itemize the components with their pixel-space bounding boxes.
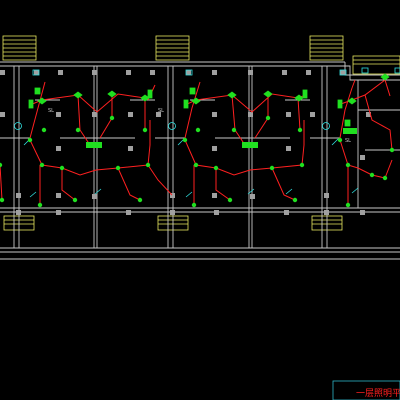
unit-tag-2: SL (158, 108, 164, 114)
drawing-title: 一层照明平面图 (356, 388, 400, 399)
unit-tag-1: SL (48, 108, 54, 114)
unit-tag-3: SL (345, 138, 351, 144)
cad-drawing-canvas[interactable]: SL SL SL 一层照明平面图 (0, 0, 400, 400)
